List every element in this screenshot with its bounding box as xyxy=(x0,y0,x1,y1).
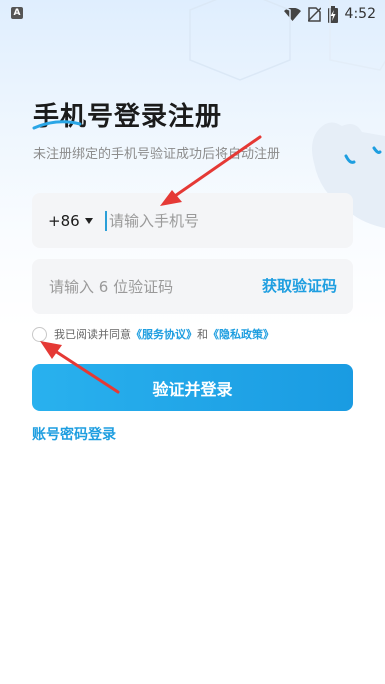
get-code-button[interactable]: 获取验证码 xyxy=(262,259,337,314)
privacy-policy-link[interactable]: 《隐私政策》 xyxy=(208,326,274,342)
annotation-arrow-checkbox xyxy=(40,341,120,394)
login-screen: A 4:52 手机号登录注册 未注册绑定的手机号验证成功后将自动注册 +86 请… xyxy=(0,0,385,684)
agreement-and: 和 xyxy=(197,328,208,341)
service-agreement-link[interactable]: 《服务协议》 xyxy=(131,326,197,342)
password-login-link[interactable]: 账号密码登录 xyxy=(32,424,116,444)
caret-down-icon xyxy=(84,218,93,224)
code-field: 获取验证码 xyxy=(32,259,353,314)
app-notification-icon: A xyxy=(11,7,23,19)
country-code-selector[interactable]: +86 xyxy=(48,193,93,248)
title-underline-decoration xyxy=(32,120,82,130)
annotation-arrow-phone xyxy=(160,135,262,206)
verification-code-input[interactable] xyxy=(49,259,239,314)
text-cursor xyxy=(105,211,107,231)
country-code-label: +86 xyxy=(48,211,80,230)
